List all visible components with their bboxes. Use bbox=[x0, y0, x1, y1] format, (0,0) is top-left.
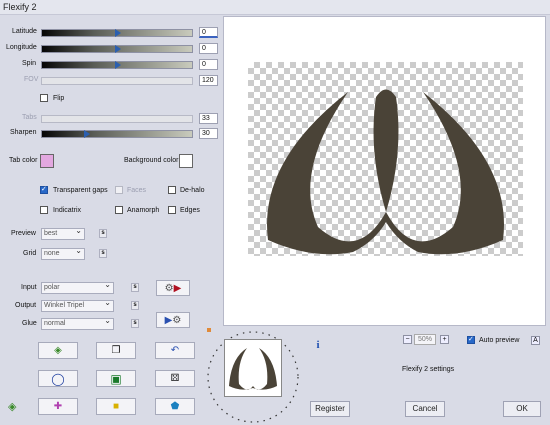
indicatrix-checkbox[interactable] bbox=[40, 206, 48, 214]
edges-label: Edges bbox=[180, 207, 200, 214]
swap-down-button[interactable]: ⚙ ▶ bbox=[156, 280, 190, 296]
grid-s-button[interactable]: s bbox=[99, 249, 107, 258]
dot-marker bbox=[207, 328, 211, 332]
tab-color-swatch[interactable] bbox=[40, 154, 54, 168]
anamorph-checkbox[interactable] bbox=[115, 206, 123, 214]
input-label: Input bbox=[21, 284, 37, 291]
tabs-value: 33 bbox=[199, 113, 218, 124]
glue-select[interactable]: normal bbox=[41, 316, 114, 330]
sharpen-label: Sharpen bbox=[10, 129, 37, 136]
tabs-slider bbox=[41, 115, 193, 123]
background-color-label: Background color bbox=[124, 157, 179, 164]
preview-label: Preview bbox=[11, 230, 36, 237]
longitude-thumb[interactable] bbox=[115, 45, 121, 53]
flip-checkbox[interactable] bbox=[40, 94, 48, 102]
output-select[interactable]: Winkel Tripel bbox=[41, 298, 114, 312]
preview-area[interactable] bbox=[223, 16, 546, 326]
register-button[interactable]: Register bbox=[310, 401, 350, 417]
de-halo-label: De-halo bbox=[180, 187, 205, 194]
undo-button[interactable]: ↶ bbox=[155, 342, 195, 359]
cross-icon: ✚ bbox=[53, 401, 63, 412]
dice-icon: ⚄ bbox=[170, 373, 180, 384]
glue-label: Glue bbox=[22, 320, 37, 327]
longitude-value[interactable]: 0 bbox=[199, 43, 218, 54]
faces-label: Faces bbox=[127, 187, 147, 194]
play-blue-icon: ▶ bbox=[164, 314, 173, 326]
settings-label: Flexify 2 settings bbox=[402, 366, 455, 373]
randomize-colors-button[interactable]: ◈ bbox=[38, 342, 78, 359]
input-select[interactable]: polar bbox=[41, 280, 114, 294]
palette-small-icon[interactable]: ◈ bbox=[8, 400, 16, 413]
auto-a-button[interactable]: A bbox=[531, 336, 540, 345]
cross-shape-button[interactable]: ✚ bbox=[38, 398, 78, 415]
spin-label: Spin bbox=[22, 60, 37, 67]
fov-slider bbox=[41, 77, 193, 85]
pentagon-button[interactable]: ⬟ bbox=[155, 398, 195, 415]
cancel-button[interactable]: Cancel bbox=[405, 401, 445, 417]
transparent-gaps-checkbox[interactable] bbox=[40, 185, 48, 194]
sharpen-value[interactable]: 30 bbox=[199, 128, 218, 139]
preview-select[interactable]: best bbox=[41, 226, 85, 240]
ring-button[interactable]: ◯ bbox=[38, 370, 78, 387]
grid-select[interactable]: none bbox=[41, 246, 85, 260]
grid-label: Grid bbox=[23, 250, 37, 257]
thumbnail-shape-icon bbox=[229, 348, 277, 390]
window-title: Flexify 2 bbox=[3, 2, 37, 12]
fov-label: FOV bbox=[24, 76, 39, 83]
faces-checkbox bbox=[115, 186, 123, 194]
transparent-gaps-label: Transparent gaps bbox=[53, 187, 108, 194]
copy-button[interactable]: ❐ bbox=[96, 342, 136, 359]
zoom-in-button[interactable]: + bbox=[440, 335, 449, 344]
brick-icon: ■ bbox=[112, 401, 120, 412]
latitude-label: Latitude bbox=[12, 28, 37, 35]
anamorph-label: Anamorph bbox=[127, 207, 160, 214]
de-halo-checkbox[interactable] bbox=[168, 186, 176, 194]
zoom-out-button[interactable]: − bbox=[403, 335, 412, 344]
info-icon[interactable]: i bbox=[313, 339, 323, 353]
flip-label: Flip bbox=[53, 95, 65, 102]
gears-play-icon: ⚙ bbox=[164, 282, 174, 294]
brick-button[interactable]: ■ bbox=[96, 398, 136, 415]
sharpen-slider[interactable] bbox=[41, 130, 193, 138]
frame-button[interactable]: ▣ bbox=[96, 370, 136, 387]
preview-canvas bbox=[248, 62, 523, 256]
latitude-thumb[interactable] bbox=[115, 29, 121, 37]
longitude-slider[interactable] bbox=[41, 45, 193, 53]
zoom-value[interactable]: 50% bbox=[414, 334, 436, 345]
longitude-label: Longitude bbox=[6, 44, 37, 51]
latitude-slider[interactable] bbox=[41, 29, 193, 37]
edges-checkbox[interactable] bbox=[168, 206, 176, 214]
title-bar: Flexify 2 bbox=[0, 0, 550, 15]
preset-thumbnail[interactable] bbox=[224, 339, 282, 397]
background-color-swatch[interactable] bbox=[179, 154, 193, 168]
auto-preview-checkbox[interactable] bbox=[467, 335, 475, 344]
fov-value: 120 bbox=[199, 75, 218, 86]
preview-s-button[interactable]: s bbox=[99, 229, 107, 238]
indicatrix-label: Indicatrix bbox=[53, 207, 82, 214]
random-button[interactable]: ⚄ bbox=[155, 370, 195, 387]
copy-icon: ❐ bbox=[111, 345, 121, 356]
flexified-shape bbox=[267, 89, 504, 255]
spin-slider[interactable] bbox=[41, 61, 193, 69]
undo-icon: ↶ bbox=[170, 345, 180, 356]
glue-s-button[interactable]: s bbox=[131, 319, 139, 328]
sharpen-thumb[interactable] bbox=[84, 130, 90, 138]
tab-color-label: Tab color bbox=[9, 157, 38, 164]
spin-thumb[interactable] bbox=[115, 61, 121, 69]
pentagon-icon: ⬟ bbox=[170, 401, 180, 412]
input-s-button[interactable]: s bbox=[131, 283, 139, 292]
output-s-button[interactable]: s bbox=[131, 301, 139, 310]
spin-value[interactable]: 0 bbox=[199, 59, 218, 70]
gears-icon: ⚙ bbox=[172, 314, 182, 326]
frame-icon: ▣ bbox=[110, 371, 122, 386]
palette-icon: ◈ bbox=[54, 345, 62, 356]
swap-up-button[interactable]: ▶ ⚙ bbox=[156, 312, 190, 328]
tabs-label: Tabs bbox=[22, 114, 37, 121]
output-label: Output bbox=[15, 302, 37, 309]
ring-icon: ◯ bbox=[51, 371, 65, 386]
play-red-icon: ▶ bbox=[173, 282, 182, 294]
auto-preview-label: Auto preview bbox=[479, 337, 520, 344]
latitude-value[interactable]: 0 bbox=[199, 27, 218, 38]
ok-button[interactable]: OK bbox=[503, 401, 541, 417]
